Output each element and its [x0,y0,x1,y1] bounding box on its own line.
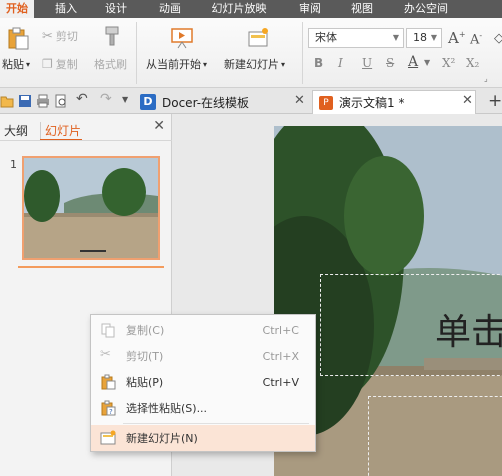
title-placeholder[interactable]: 单击 [320,274,502,376]
menu-tab-review[interactable]: 审阅 [290,0,330,18]
tab-outline[interactable]: 大纲 [4,122,28,139]
menu-separator [123,423,309,424]
bold-button[interactable]: B [314,56,323,70]
font-size-value: 18 [413,31,427,44]
copy-icon [101,323,115,338]
menu-item-label: 新建幻灯片(N) [126,432,198,445]
ribbon: 粘贴 ▾ ✂ 剪切 ❐ 复制 格式刷 从当前开始 ▾ 新建幻灯片 ▾ 宋体 ▼ 18 ▼ A+… [0,18,502,88]
subscript-button[interactable]: X₂ [466,56,479,70]
menu-tab-view[interactable]: 视图 [342,0,382,18]
shrink-font-icon[interactable]: A- [470,31,482,47]
menu-item-shortcut: Ctrl+V [262,375,299,389]
menu-item-shortcut: Ctrl+X [262,349,299,363]
slideshow-from-current-icon[interactable] [170,26,194,50]
cut-icon: ✂ [100,347,111,362]
svg-text:?: ? [109,408,113,416]
grow-font-icon[interactable]: A+ [448,29,466,47]
close-icon[interactable]: ✕ [294,93,305,108]
chevron-down-icon: ▼ [430,33,437,42]
scissors-icon: ✂ [42,28,53,44]
paste-special-icon: ? [101,400,116,416]
copy-button[interactable]: ❐ 复制 [42,56,78,72]
new-slide-icon [100,430,116,445]
chevron-down-icon[interactable]: ▼ [424,58,430,67]
menu-item-label: 剪切(T) [126,350,164,363]
slide-number: 1 [10,158,17,171]
italic-button[interactable]: I [338,56,343,70]
menu-item-new-slide[interactable]: 新建幻灯片(N) [91,425,315,451]
from-current-button[interactable]: 从当前开始 ▾ [146,56,207,72]
menu-item-label: 复制(C) [126,324,165,337]
paste-label: 粘贴 [2,58,24,71]
menu-tab-office-space[interactable]: 办公空间 [396,0,456,18]
print-preview-icon[interactable] [54,94,68,108]
format-painter-icon[interactable] [100,24,124,48]
close-icon[interactable]: ✕ [153,118,165,134]
menu-bar: 开始 插入 设计 动画 幻灯片放映 审阅 视图 办公空间 [0,0,502,18]
menu-item-paste[interactable]: 粘贴(P) Ctrl+V [91,369,315,395]
menu-tab-design[interactable]: 设计 [94,0,138,18]
slide-thumbnail[interactable] [22,156,160,260]
menu-item-paste-special[interactable]: ? 选择性粘贴(S)... [91,395,315,421]
cut-button[interactable]: ✂ 剪切 [42,28,78,44]
superscript-button[interactable]: X² [442,56,455,70]
new-slide-button[interactable]: 新建幻灯片 ▾ [224,56,285,72]
tab-docer-label: Docer-在线模板 [162,95,250,110]
cut-label: 剪切 [55,30,78,43]
undo-icon[interactable]: ↶ [76,91,90,107]
tab-docer[interactable]: D Docer-在线模板 [140,90,310,114]
font-size-select[interactable]: 18 ▼ [406,28,442,48]
menu-item-copy[interactable]: 复制(C) Ctrl+C [91,317,315,343]
new-tab-icon[interactable]: + [488,91,502,111]
presentation-icon: P [319,95,333,110]
menu-item-label: 粘贴(P) [126,376,164,389]
slide-thumbnail-image [24,158,158,258]
context-menu: 复制(C) Ctrl+C ✂ 剪切(T) Ctrl+X 粘贴(P) Ctrl+V… [90,314,316,452]
ribbon-separator [302,22,303,84]
paste-icon [101,374,116,390]
font-dialog-launcher-icon[interactable]: ⌟ [484,74,488,83]
menu-item-cut[interactable]: ✂ 剪切(T) Ctrl+X [91,343,315,369]
tab-presentation-label: 演示文稿1 * [339,96,405,110]
chevron-down-icon: ▼ [392,33,399,42]
print-icon[interactable] [36,94,50,108]
tab-presentation[interactable]: P 演示文稿1 * [312,90,476,114]
copy-icon: ❐ [42,57,53,71]
paste-button[interactable]: 粘贴 ▾ [2,56,30,72]
font-name-select[interactable]: 宋体 ▼ [308,28,404,48]
ribbon-separator [136,22,137,84]
redo-icon[interactable]: ↷ [100,91,114,107]
strikethrough-button[interactable]: S [386,56,394,70]
tab-slides[interactable]: 幻灯片 [40,122,81,139]
new-slide-label: 新建幻灯片 [224,58,279,71]
format-painter-button[interactable]: 格式刷 [94,56,127,72]
from-current-label: 从当前开始 [146,58,201,71]
new-slide-icon[interactable] [246,26,270,50]
font-color-button[interactable]: A [408,54,418,70]
clear-format-icon[interactable]: ◇ [494,31,502,46]
paste-icon[interactable] [6,26,30,50]
tab-bar: ↶ ↷ ▼ D Docer-在线模板 ✕ P 演示文稿1 * ✕ + [0,88,502,114]
title-placeholder-text: 单击 [435,312,502,353]
underline-button[interactable]: U [362,56,372,70]
menu-item-label: 选择性粘贴(S)... [126,402,208,415]
font-name-value: 宋体 [315,31,337,44]
copy-label: 复制 [55,58,78,71]
close-icon[interactable]: ✕ [462,93,473,108]
menu-tab-animation[interactable]: 动画 [148,0,192,18]
menu-tab-home[interactable]: 开始 [0,0,34,18]
menu-tab-slideshow[interactable]: 幻灯片放映 [206,0,272,18]
docer-icon: D [140,94,156,110]
pane-divider [0,140,172,141]
customize-toolbar-icon[interactable]: ▼ [122,95,136,109]
menu-tab-insert[interactable]: 插入 [44,0,88,18]
open-folder-icon[interactable] [0,94,14,108]
menu-item-shortcut: Ctrl+C [262,323,299,337]
subtitle-placeholder[interactable] [368,396,502,476]
insertion-marker [18,266,164,268]
save-icon[interactable] [18,94,32,108]
